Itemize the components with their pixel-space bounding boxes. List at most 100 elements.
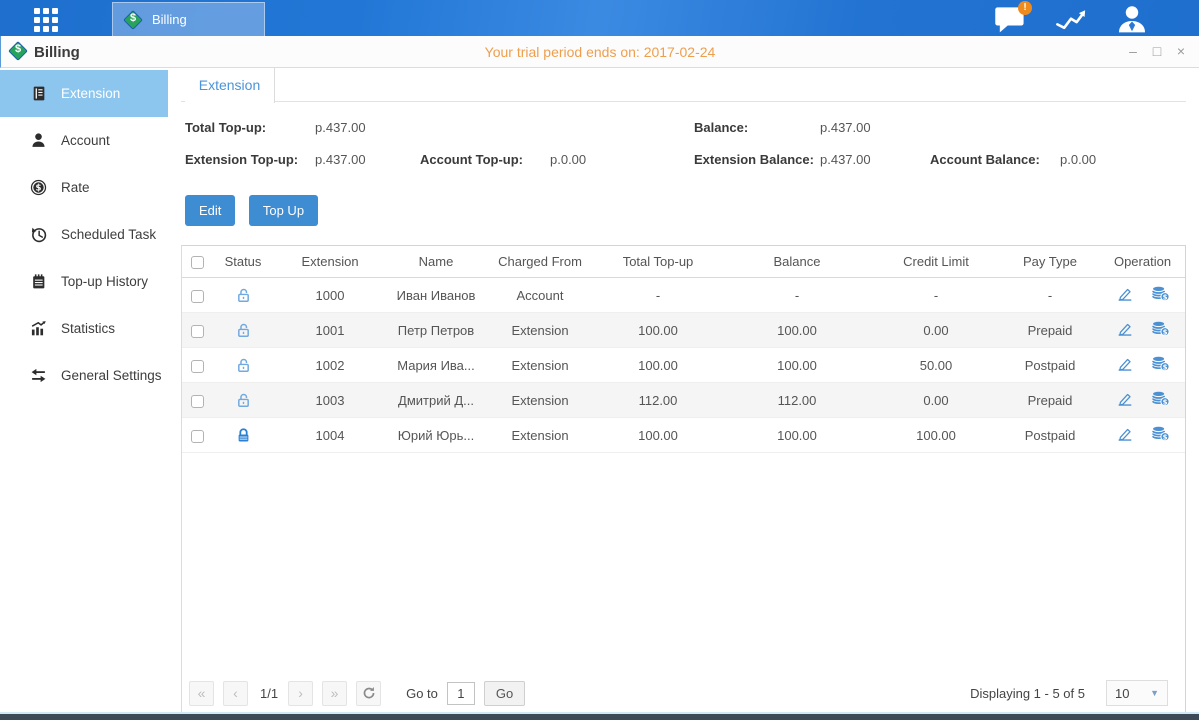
maximize-icon[interactable]: □ — [1149, 42, 1165, 60]
sidebar-item-rate[interactable]: $Rate — [0, 164, 168, 211]
minimize-icon[interactable]: – — [1125, 42, 1141, 60]
extension-topup-label: Extension Top-up: — [185, 152, 298, 167]
first-page-button[interactable]: « — [189, 681, 214, 706]
extension-cell: 1001 — [274, 313, 386, 348]
billing-app-icon: $ — [123, 10, 143, 30]
total-topup-cell: 112.00 — [594, 383, 722, 418]
person-icon — [30, 132, 47, 149]
balance-cell: 100.00 — [722, 348, 872, 383]
billing-app-window: $ Billing ! $ Billing Your trial period … — [0, 0, 1199, 720]
name-cell: Мария Ива... — [386, 348, 486, 383]
taskbar-tab-billing[interactable]: $ Billing — [112, 2, 265, 36]
column-header[interactable]: Extension — [274, 246, 386, 278]
close-icon[interactable]: × — [1173, 42, 1189, 60]
page-size-select[interactable]: 10 ▼ — [1106, 680, 1168, 706]
edit-button[interactable]: Edit — [185, 195, 235, 226]
last-page-button[interactable]: » — [322, 681, 347, 706]
name-cell: Иван Иванов — [386, 278, 486, 313]
extension-cell: 1004 — [274, 418, 386, 453]
column-header[interactable]: Total Top-up — [594, 246, 722, 278]
column-header[interactable]: Name — [386, 246, 486, 278]
sidebar-item-label: Account — [61, 133, 110, 148]
main-content: Extension Total Top-up: p.437.00 Balance… — [168, 68, 1199, 712]
sidebar-item-statistics[interactable]: Statistics — [0, 305, 168, 352]
select-all-checkbox[interactable] — [191, 256, 204, 269]
edit-icon[interactable] — [1116, 285, 1135, 302]
goto-page-input[interactable] — [447, 682, 475, 705]
credit-limit-cell: 100.00 — [872, 418, 1000, 453]
messages-icon[interactable]: ! — [993, 4, 1027, 32]
trial-notice: Your trial period ends on: 2017-02-24 — [485, 44, 716, 60]
sidebar-item-extension[interactable]: Extension — [0, 70, 168, 117]
topup-icon[interactable]: $ — [1151, 355, 1170, 372]
edit-icon[interactable] — [1116, 390, 1135, 407]
total-topup-cell: 100.00 — [594, 348, 722, 383]
row-checkbox[interactable] — [191, 325, 204, 338]
edit-icon[interactable] — [1116, 320, 1135, 337]
edit-icon[interactable] — [1116, 355, 1135, 372]
locked-icon — [235, 426, 252, 441]
sidebar-item-label: Scheduled Task — [61, 227, 156, 242]
row-checkbox[interactable] — [191, 395, 204, 408]
pay-type-cell: - — [1000, 278, 1100, 313]
topup-button[interactable]: Top Up — [249, 195, 318, 226]
row-checkbox[interactable] — [191, 360, 204, 373]
extension-balance-label: Extension Balance: — [694, 152, 814, 167]
refresh-button[interactable] — [356, 681, 381, 706]
column-header[interactable]: Status — [212, 246, 274, 278]
topup-icon[interactable]: $ — [1151, 285, 1170, 302]
row-checkbox[interactable] — [191, 430, 204, 443]
user-account-icon[interactable] — [1115, 4, 1149, 32]
column-header[interactable]: Balance — [722, 246, 872, 278]
sidebar-item-topup-history[interactable]: Top-up History — [0, 258, 168, 305]
account-topup-label: Account Top-up: — [420, 152, 523, 167]
tab-extension[interactable]: Extension — [185, 68, 275, 103]
column-header[interactable]: Charged From — [486, 246, 594, 278]
transfer-arrows-icon — [30, 367, 47, 384]
next-page-button[interactable]: › — [288, 681, 313, 706]
account-balance-value: p.0.00 — [1060, 152, 1096, 167]
charged-from-cell: Extension — [486, 313, 594, 348]
unlocked-icon — [235, 356, 252, 371]
action-buttons: Edit Top Up — [185, 195, 327, 226]
topup-icon[interactable]: $ — [1151, 425, 1170, 442]
name-cell: Петр Петров — [386, 313, 486, 348]
go-button[interactable]: Go — [484, 681, 525, 706]
balance-label: Balance: — [694, 120, 748, 135]
apps-grid-icon[interactable] — [34, 8, 58, 32]
balance-cell: 100.00 — [722, 313, 872, 348]
sidebar-item-scheduled-task[interactable]: Scheduled Task — [0, 211, 168, 258]
billing-window-icon: $ — [8, 41, 28, 61]
topup-icon[interactable]: $ — [1151, 390, 1170, 407]
prev-page-button[interactable]: ‹ — [223, 681, 248, 706]
pay-type-cell: Prepaid — [1000, 313, 1100, 348]
account-topup-value: p.0.00 — [550, 152, 586, 167]
extension-grid: StatusExtensionNameCharged FromTotal Top… — [181, 245, 1186, 712]
reports-chart-icon[interactable] — [1054, 4, 1088, 32]
table-row: 1004Юрий Юрь...Extension100.00100.00100.… — [182, 418, 1185, 453]
svg-text:$: $ — [1162, 293, 1167, 301]
balance-cell: - — [722, 278, 872, 313]
balance-cell: 100.00 — [722, 418, 872, 453]
sidebar-item-label: Statistics — [61, 321, 115, 336]
bottom-edge-strip — [0, 712, 1199, 720]
total-topup-cell: - — [594, 278, 722, 313]
window-titlebar: $ Billing Your trial period ends on: 201… — [0, 36, 1199, 68]
extension-cell: 1002 — [274, 348, 386, 383]
unlocked-icon — [235, 321, 252, 336]
total-topup-value: p.437.00 — [315, 120, 366, 135]
page-size-value: 10 — [1115, 686, 1129, 701]
sidebar-item-general-settings[interactable]: General Settings — [0, 352, 168, 399]
edit-icon[interactable] — [1116, 425, 1135, 442]
topup-icon[interactable]: $ — [1151, 320, 1170, 337]
row-checkbox[interactable] — [191, 290, 204, 303]
charged-from-cell: Extension — [486, 383, 594, 418]
column-header[interactable]: Operation — [1100, 246, 1185, 278]
chevron-down-icon: ▼ — [1150, 688, 1159, 698]
table-body: 1000Иван ИвановAccount----$1001Петр Петр… — [182, 278, 1185, 453]
svg-text:$: $ — [1162, 328, 1167, 336]
column-header[interactable]: Credit Limit — [872, 246, 1000, 278]
pay-type-cell: Prepaid — [1000, 383, 1100, 418]
column-header[interactable]: Pay Type — [1000, 246, 1100, 278]
sidebar-item-account[interactable]: Account — [0, 117, 168, 164]
